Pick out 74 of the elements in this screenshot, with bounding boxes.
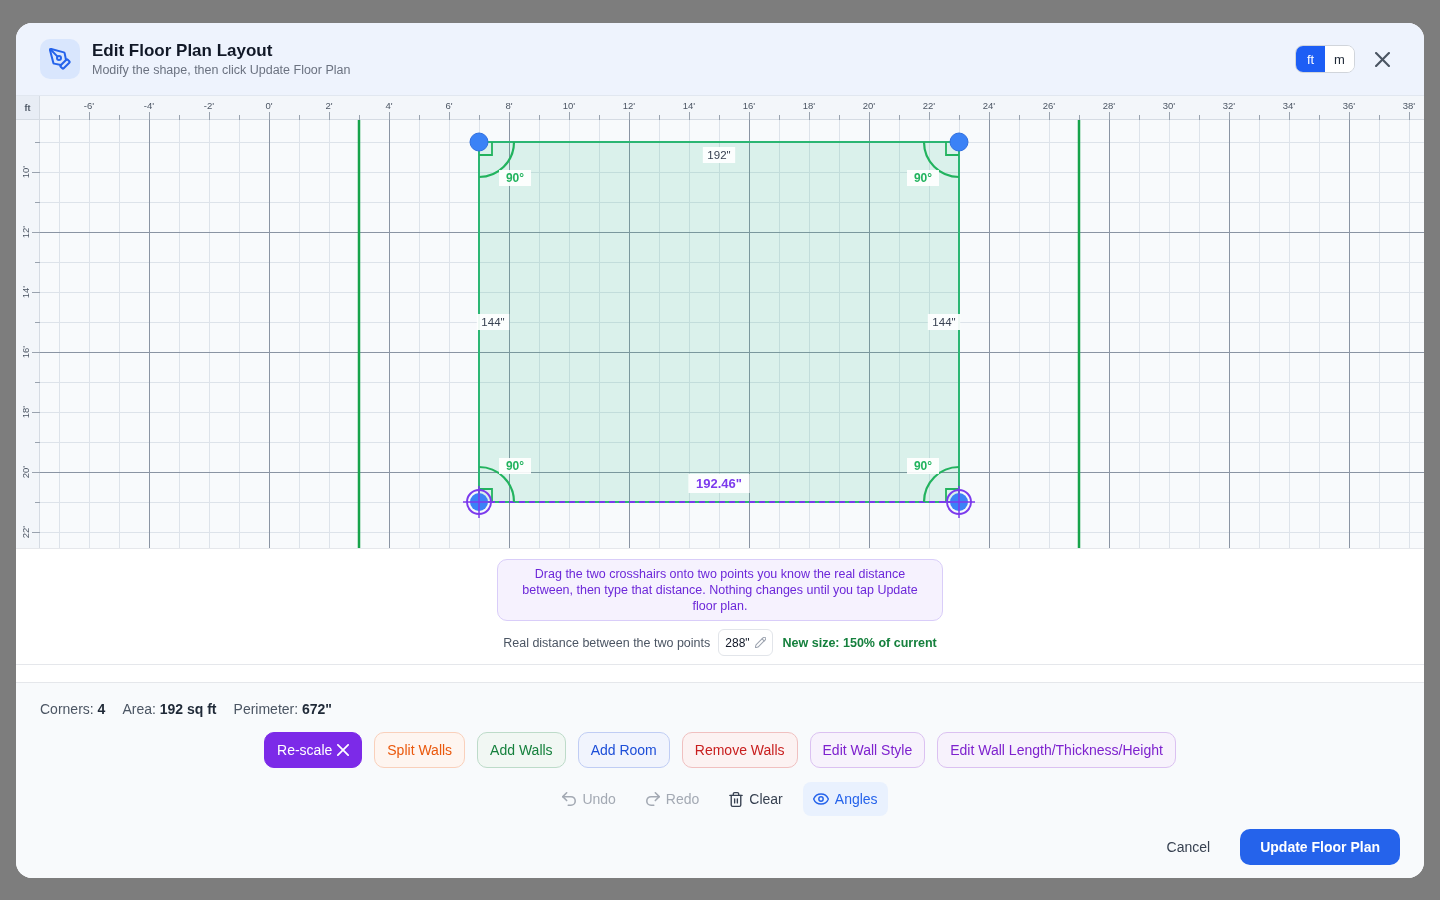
tool-button[interactable]: Remove Walls — [681, 732, 798, 768]
ruler-label: 20' — [862, 100, 876, 112]
ruler-label: 22' — [922, 100, 936, 112]
unit-option[interactable]: ft — [1296, 46, 1325, 72]
redo-icon — [645, 792, 660, 806]
tool-button[interactable]: Add Room — [577, 732, 670, 768]
ruler-label: 8' — [505, 100, 513, 112]
dialog-subtitle: Modify the shape, then click Update Floor Plan — [92, 62, 351, 78]
wall-length-label: 144" — [476, 314, 510, 330]
crosshair-handle[interactable] — [462, 485, 496, 519]
ruler-label: 14' — [20, 285, 32, 299]
tool-button[interactable]: Re-scale — [264, 732, 363, 768]
ruler-label: 4' — [385, 100, 393, 112]
plan-canvas[interactable]: 192" 90° 90° 144" 144" 90° 90° 192.46" — [40, 120, 1424, 548]
room-shape[interactable] — [478, 141, 960, 503]
ruler-label: 10' — [562, 100, 576, 112]
ruler-label: 22' — [20, 525, 32, 539]
stat-text: Perimeter: 672" — [233, 701, 332, 717]
trash-icon — [729, 791, 744, 807]
stat-text: Corners: 4 — [40, 701, 106, 717]
ruler-label: 28' — [1102, 100, 1116, 112]
ruler-unit: ft — [16, 96, 40, 120]
ruler-label: 14' — [682, 100, 696, 112]
ruler-label: 32' — [1222, 100, 1236, 112]
angle-label: 90° — [907, 458, 939, 474]
ruler-label: 12' — [622, 100, 636, 112]
ruler-label: 16' — [20, 345, 32, 359]
pencil-icon — [754, 637, 766, 648]
eye-icon — [812, 793, 829, 805]
angle-label: 90° — [499, 458, 531, 474]
ruler-label: 0' — [265, 100, 273, 112]
ruler-label: 34' — [1282, 100, 1296, 112]
wall-length-label: 192" — [702, 147, 736, 163]
ruler-label: 18' — [20, 405, 32, 419]
action-button[interactable]: Clear — [719, 782, 793, 816]
ruler-label: 24' — [982, 100, 996, 112]
wall-length-label: 144" — [927, 314, 961, 330]
ruler-label: 38' — [1402, 100, 1416, 112]
tool-button[interactable]: Add Walls — [477, 732, 566, 768]
ruler-label: 2' — [325, 100, 333, 112]
angle-label: 90° — [499, 170, 531, 186]
cancel-button[interactable]: Cancel — [1152, 829, 1225, 865]
ruler-label: 18' — [802, 100, 816, 112]
measure-label: 192.46" — [688, 474, 750, 493]
ruler-label: -6' — [83, 100, 95, 112]
crosshair-handle[interactable] — [942, 485, 976, 519]
ruler-label: 16' — [742, 100, 756, 112]
ruler-label: 6' — [445, 100, 453, 112]
ruler-label: -2' — [203, 100, 215, 112]
update-button[interactable]: Update Floor Plan — [1240, 829, 1400, 865]
distance-label: Real distance between the two points — [503, 635, 711, 650]
ruler-label: 30' — [1162, 100, 1176, 112]
ruler-label: 10' — [20, 165, 32, 179]
undo-icon — [562, 792, 577, 806]
new-size-text: New size: 150% of current — [782, 635, 937, 650]
close-icon — [337, 744, 350, 756]
pen-tool-icon — [40, 39, 80, 79]
ruler-label: 26' — [1042, 100, 1056, 112]
distance-input[interactable]: 288" — [718, 629, 773, 656]
ruler-label: 20' — [20, 465, 32, 479]
action-button[interactable]: Angles — [802, 782, 888, 816]
rescale-instructions: Drag the two crosshairs onto two points you know the real distance between, then type that distance. Nothing changes until you tap Update floor plan. — [497, 559, 943, 621]
ruler-label: 12' — [20, 225, 32, 239]
ruler-label: 36' — [1342, 100, 1356, 112]
close-icon — [1374, 51, 1390, 67]
dialog-title: Edit Floor Plan Layout — [92, 40, 273, 62]
tool-button[interactable]: Split Walls — [374, 732, 466, 768]
tool-button[interactable]: Edit Wall Length/Thickness/Height — [937, 732, 1176, 768]
ruler-label: -4' — [143, 100, 155, 112]
corner-handle[interactable] — [949, 132, 969, 152]
tool-button[interactable]: Edit Wall Style — [809, 732, 926, 768]
stat-text: Area: 192 sq ft — [122, 701, 217, 717]
angle-label: 90° — [907, 170, 939, 186]
corner-handle[interactable] — [469, 132, 489, 152]
